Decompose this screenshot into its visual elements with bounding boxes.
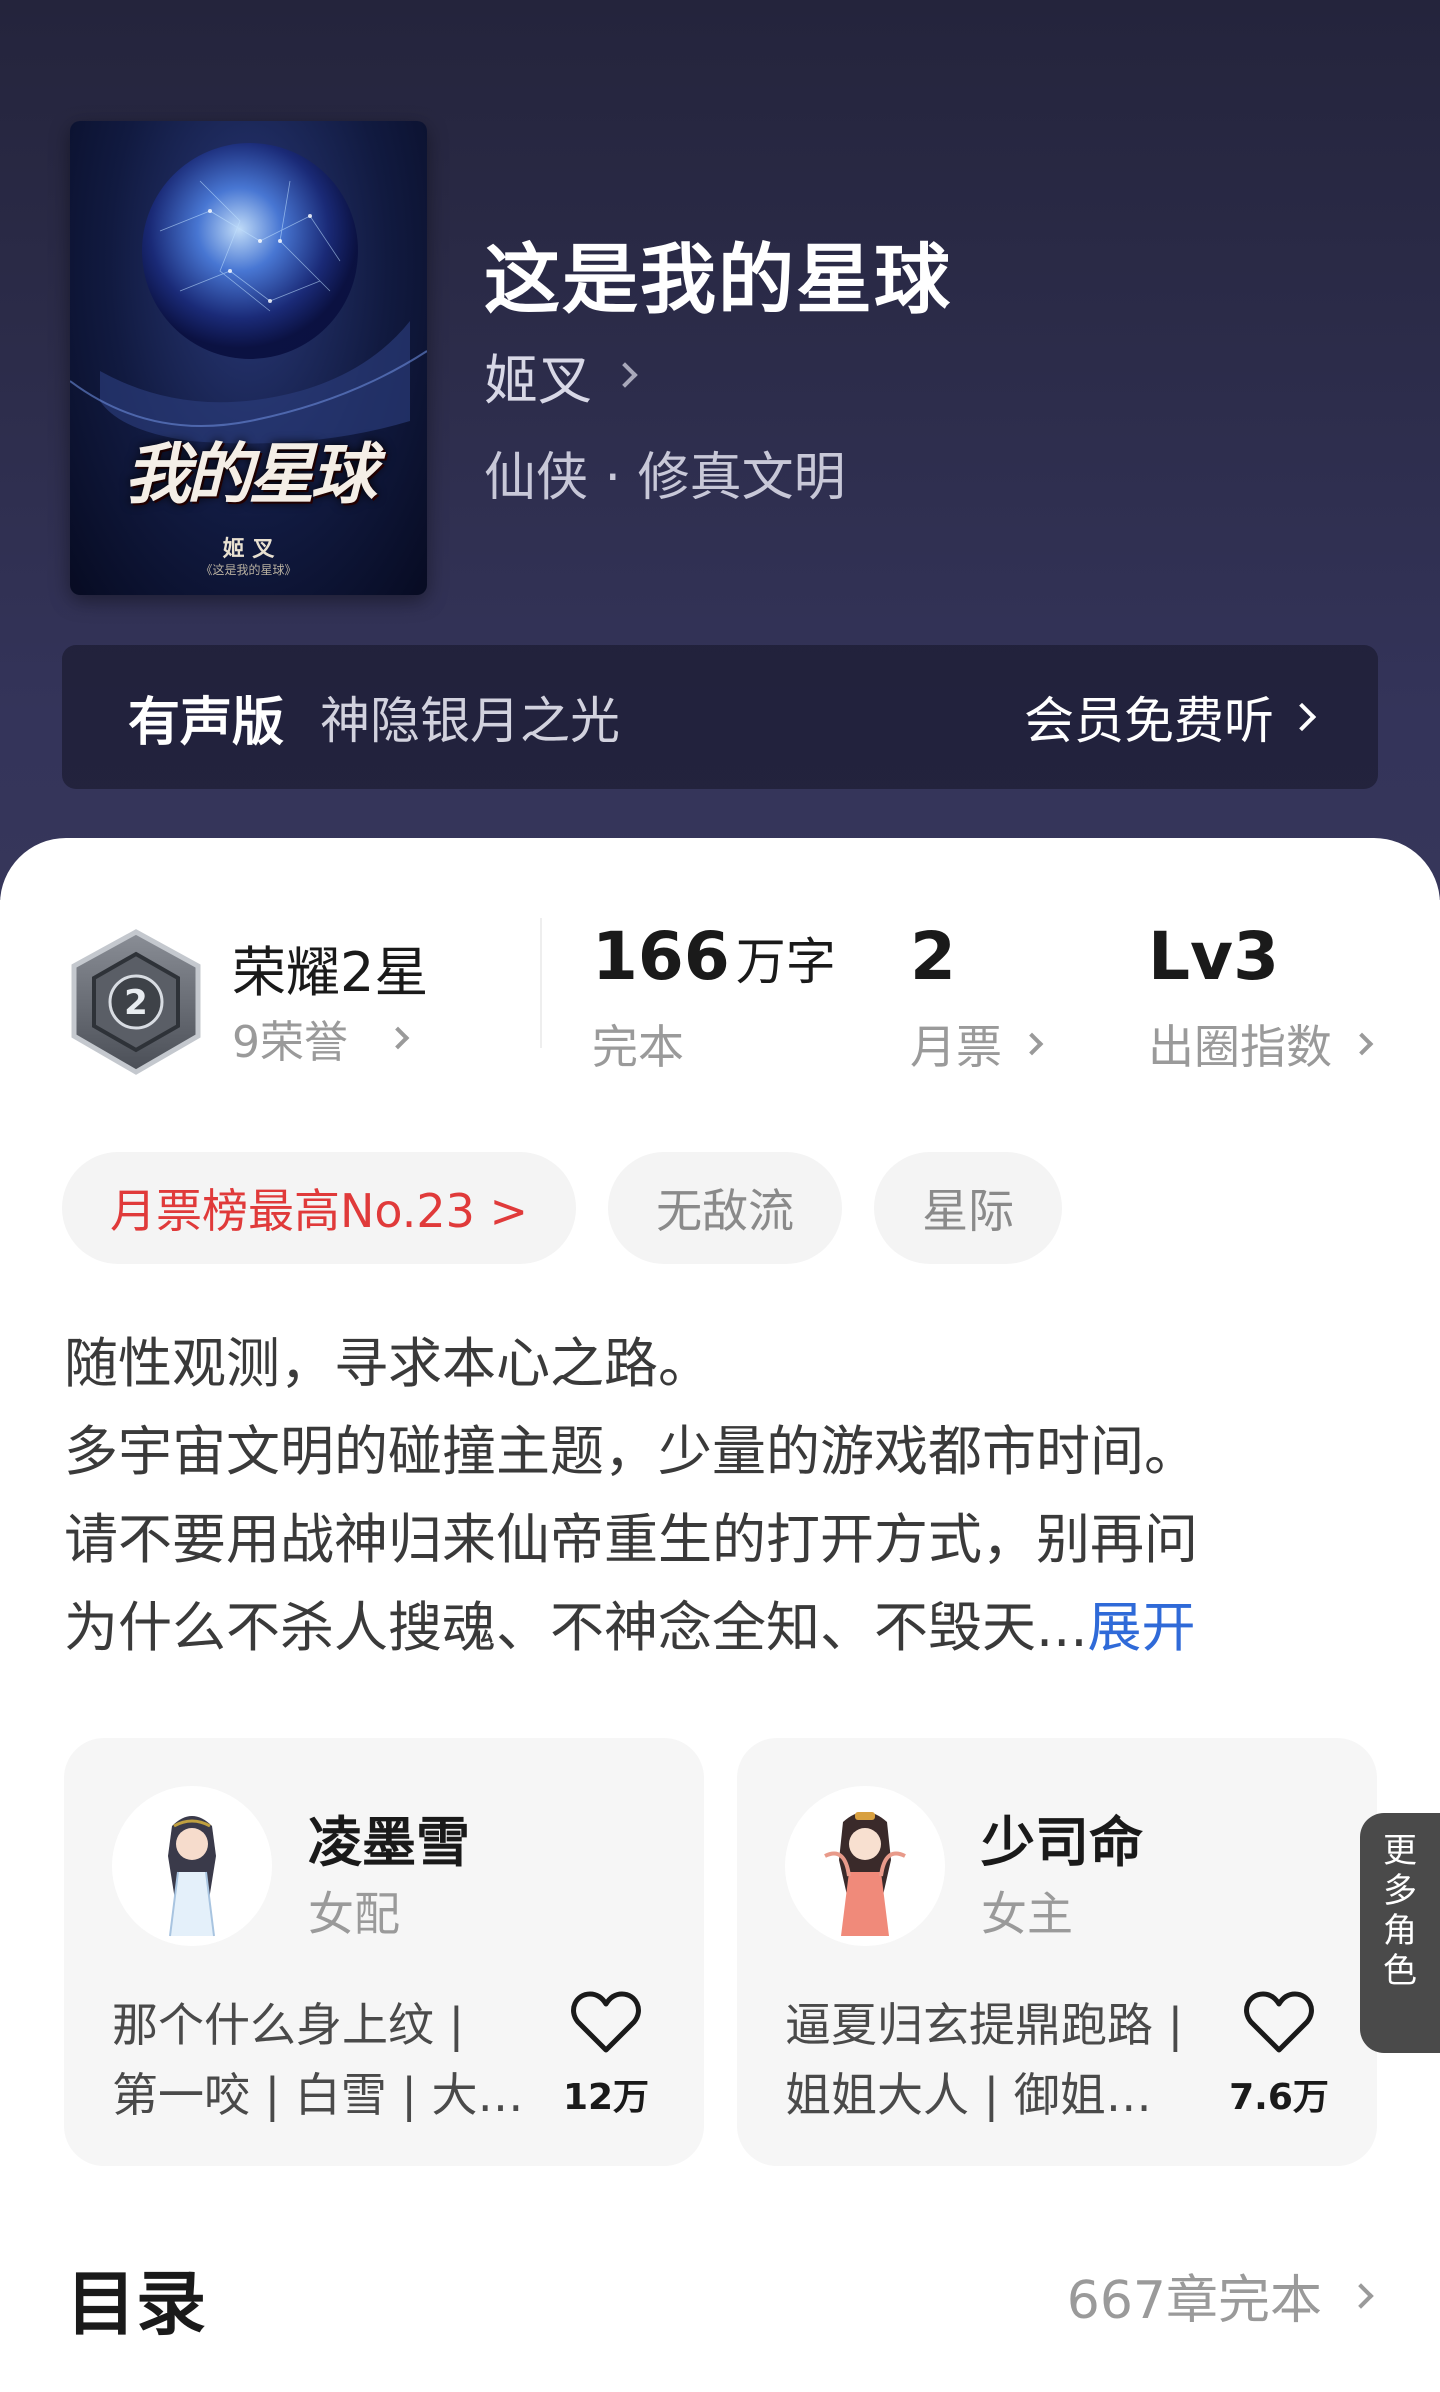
heart-icon bbox=[1244, 1991, 1314, 2053]
book-detail-card: 2 荣耀2星 9荣誉 166 万字 完本 2 月票 Lv3 出圈指数 月票榜最高… bbox=[0, 838, 1440, 2392]
monthly-tickets-label: 月票 bbox=[910, 1020, 1002, 1074]
book-genre: 仙侠 · 修真文明 bbox=[484, 448, 846, 508]
synopsis-line: 多宇宙文明的碰撞主题，少量的游戏都市时间。 bbox=[64, 1420, 1198, 1483]
synopsis-line: 随性观测，寻求本心之路。 bbox=[64, 1332, 712, 1395]
popularity-index-value: Lv3 bbox=[1148, 918, 1280, 995]
honor-count: 9荣誉 bbox=[232, 1017, 348, 1068]
stats-row: 2 荣耀2星 9荣誉 166 万字 完本 2 月票 Lv3 出圈指数 bbox=[0, 838, 1440, 1098]
character-tags: 那个什么身上纹 | 第一咬 | 白雪 | 大… bbox=[112, 1990, 552, 2130]
chevron-right-icon bbox=[386, 1026, 410, 1050]
expand-link[interactable]: 展开 bbox=[1088, 1596, 1196, 1659]
book-header: 我的星球 姬 叉 《这是我的星球》 这是我的星球 姬叉 仙侠 · 修真文明 有声… bbox=[0, 0, 1440, 900]
audio-version-bar[interactable]: 有声版 神隐银月之光 会员免费听 bbox=[62, 645, 1378, 789]
book-title: 这是我的星球 bbox=[484, 235, 952, 324]
cover-subtitle-text: 《这是我的星球》 bbox=[200, 563, 297, 577]
character-avatar bbox=[785, 1786, 945, 1946]
character-name: 少司命 bbox=[981, 1811, 1143, 1874]
more-characters-char: 角 bbox=[1383, 1911, 1417, 1951]
more-characters-char: 多 bbox=[1383, 1871, 1417, 1911]
character-card[interactable]: 少司命 女主 逼夏归玄提鼎跑路 | 姐姐大人 | 御姐… 7.6万 bbox=[737, 1738, 1377, 2166]
chevron-right-icon bbox=[1287, 702, 1317, 732]
stats-divider bbox=[540, 918, 542, 1048]
character-tags-line: 第一咬 | 白雪 | 大… bbox=[112, 2068, 524, 2122]
synopsis-line: 请不要用战神归来仙帝重生的打开方式，别再问 bbox=[64, 1508, 1198, 1571]
character-avatar bbox=[112, 1786, 272, 1946]
chapter-count: 667章完本 bbox=[1066, 2271, 1322, 2331]
honor-count-link[interactable]: 9荣誉 bbox=[232, 1006, 410, 1070]
chevron-right-icon bbox=[1348, 2282, 1374, 2309]
audio-label: 有声版 bbox=[128, 692, 285, 753]
honor-title: 荣耀2星 bbox=[232, 941, 429, 1004]
monthly-tickets-stat[interactable]: 2 月票 bbox=[910, 918, 1044, 1077]
heart-icon bbox=[571, 1991, 641, 2053]
character-card[interactable]: 凌墨雪 女配 那个什么身上纹 | 第一咬 | 白雪 | 大… 12万 bbox=[64, 1738, 704, 2166]
ranking-tag[interactable]: 月票榜最高No.23 > bbox=[62, 1152, 577, 1264]
character-tags-line: 姐姐大人 | 御姐… bbox=[785, 2068, 1152, 2122]
tag-invincible[interactable]: 无敌流 bbox=[608, 1152, 843, 1264]
word-count-stat: 166 万字 完本 bbox=[592, 918, 836, 1077]
toc-title: 目录 bbox=[66, 2263, 206, 2345]
synopsis: 随性观测，寻求本心之路。 多宇宙文明的碰撞主题，少量的游戏都市时间。 请不要用战… bbox=[64, 1320, 1384, 1672]
author-link[interactable]: 姬叉 bbox=[484, 340, 638, 412]
popularity-index-stat[interactable]: Lv3 出圈指数 bbox=[1148, 918, 1374, 1077]
like-button[interactable]: 7.6万 bbox=[1229, 1990, 1329, 2120]
like-count: 7.6万 bbox=[1229, 2077, 1329, 2118]
more-characters-button[interactable]: 更 多 角 色 bbox=[1360, 1813, 1440, 2053]
chevron-right-icon bbox=[1350, 1032, 1374, 1056]
character-tags: 逼夏归玄提鼎跑路 | 姐姐大人 | 御姐… bbox=[785, 1990, 1225, 2130]
book-cover[interactable]: 我的星球 姬 叉 《这是我的星球》 bbox=[70, 121, 427, 595]
chevron-right-icon bbox=[612, 362, 638, 388]
book-tags: 月票榜最高No.23 > 无敌流 星际 bbox=[62, 1152, 1063, 1264]
toc-link[interactable]: 667章完本 bbox=[1066, 2258, 1374, 2333]
cover-author-text: 姬 叉 bbox=[222, 537, 275, 562]
character-tags-line: 那个什么身上纹 | bbox=[112, 1998, 465, 2052]
cover-title-text: 我的星球 bbox=[124, 435, 377, 513]
word-count-unit: 万字 bbox=[735, 933, 836, 991]
synopsis-line-text: 为什么不杀人搜魂、不神念全知、不毁天... bbox=[64, 1596, 1088, 1659]
member-free-listen-label: 会员免费听 bbox=[1024, 692, 1274, 750]
svg-text:2: 2 bbox=[124, 983, 148, 1023]
character-tags-line: 逼夏归玄提鼎跑路 | bbox=[785, 1998, 1184, 2052]
tag-interstellar[interactable]: 星际 bbox=[874, 1152, 1063, 1264]
popularity-index-label: 出圈指数 bbox=[1148, 1020, 1332, 1074]
like-button[interactable]: 12万 bbox=[556, 1990, 656, 2120]
word-count-value: 166 bbox=[592, 918, 730, 995]
completion-status: 完本 bbox=[592, 1020, 684, 1074]
chevron-right-icon bbox=[1020, 1032, 1044, 1056]
synopsis-line-last: 为什么不杀人搜魂、不神念全知、不毁天...展开 bbox=[64, 1584, 1384, 1672]
character-role: 女配 bbox=[308, 1887, 400, 1941]
honor-badge-icon[interactable]: 2 bbox=[66, 928, 206, 1078]
like-count: 12万 bbox=[562, 2077, 650, 2118]
member-free-listen-button[interactable]: 会员免费听 bbox=[1024, 681, 1317, 753]
more-characters-char: 色 bbox=[1383, 1951, 1417, 1991]
more-characters-char: 更 bbox=[1383, 1831, 1417, 1871]
audio-narrator: 神隐银月之光 bbox=[320, 692, 621, 750]
author-name: 姬叉 bbox=[484, 348, 592, 412]
cover-artwork bbox=[70, 143, 427, 444]
character-role: 女主 bbox=[981, 1887, 1073, 1941]
character-name: 凌墨雪 bbox=[308, 1811, 470, 1874]
monthly-tickets-value: 2 bbox=[910, 918, 956, 995]
